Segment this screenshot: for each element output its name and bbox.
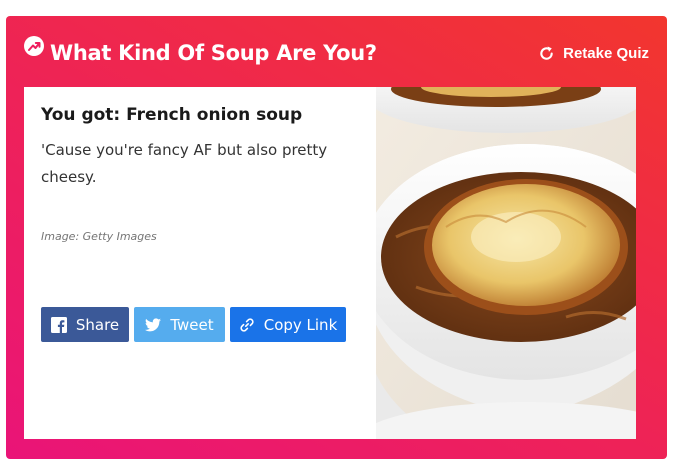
result-description: 'Cause you're fancy AF but also pretty c… [41, 141, 328, 186]
quiz-result-card: What Kind Of Soup Are You? Retake Quiz Y… [6, 16, 667, 459]
share-buttons: Share Tweet Copy Link [41, 307, 346, 342]
link-icon [240, 317, 254, 332]
twitter-tweet-label: Tweet [170, 315, 214, 334]
quiz-title: What Kind Of Soup Are You? [50, 41, 377, 65]
retake-quiz-button[interactable]: Retake Quiz [538, 42, 649, 64]
refresh-icon [540, 46, 553, 60]
twitter-icon [145, 317, 162, 331]
result-panel: You got: French onion soup 'Cause you're… [24, 87, 636, 439]
twitter-tweet-button[interactable]: Tweet [134, 307, 225, 342]
image-credit: Image: Getty Images [41, 230, 157, 243]
french-onion-soup-image [376, 87, 636, 439]
facebook-icon [50, 316, 67, 333]
copy-link-button[interactable]: Copy Link [230, 307, 346, 342]
facebook-share-button[interactable]: Share [41, 307, 129, 342]
copy-link-label: Copy Link [263, 315, 338, 334]
retake-quiz-label: Retake Quiz [563, 44, 649, 62]
trending-arrow-icon [24, 36, 44, 56]
facebook-share-label: Share [75, 315, 120, 334]
result-title: You got: French onion soup [41, 105, 303, 125]
